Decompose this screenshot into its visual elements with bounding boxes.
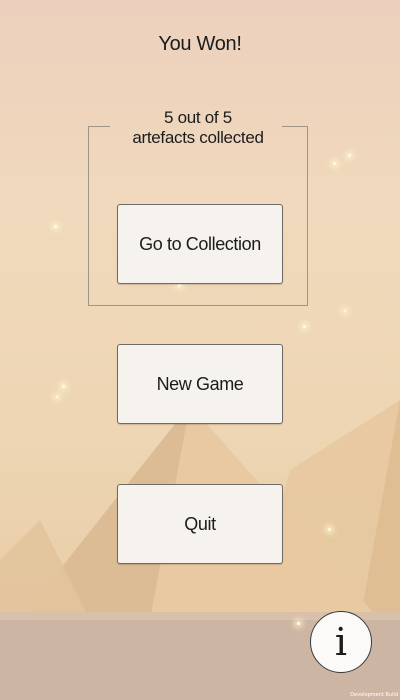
sparkle (56, 396, 58, 398)
info-button[interactable]: i (310, 611, 372, 673)
artefacts-collected-label: artefacts collected (132, 128, 264, 147)
sparkle (344, 310, 346, 312)
sparkle (328, 528, 331, 531)
sparkle (333, 162, 336, 165)
development-build-label: Development Build (350, 692, 398, 698)
sparkle (62, 385, 65, 388)
sparkle (297, 622, 300, 625)
info-icon: i (334, 620, 348, 664)
new-game-button[interactable]: New Game (117, 344, 283, 424)
quit-button[interactable]: Quit (117, 484, 283, 564)
sparkle (348, 154, 351, 157)
victory-title: You Won! (158, 33, 242, 55)
artefacts-counter: 5 out of 5 artefacts collected (88, 108, 308, 148)
sparkle (54, 225, 57, 228)
artefacts-count-text: 5 out of 5 (164, 108, 232, 127)
sparkle (303, 325, 306, 328)
go-to-collection-button[interactable]: Go to Collection (117, 204, 283, 284)
